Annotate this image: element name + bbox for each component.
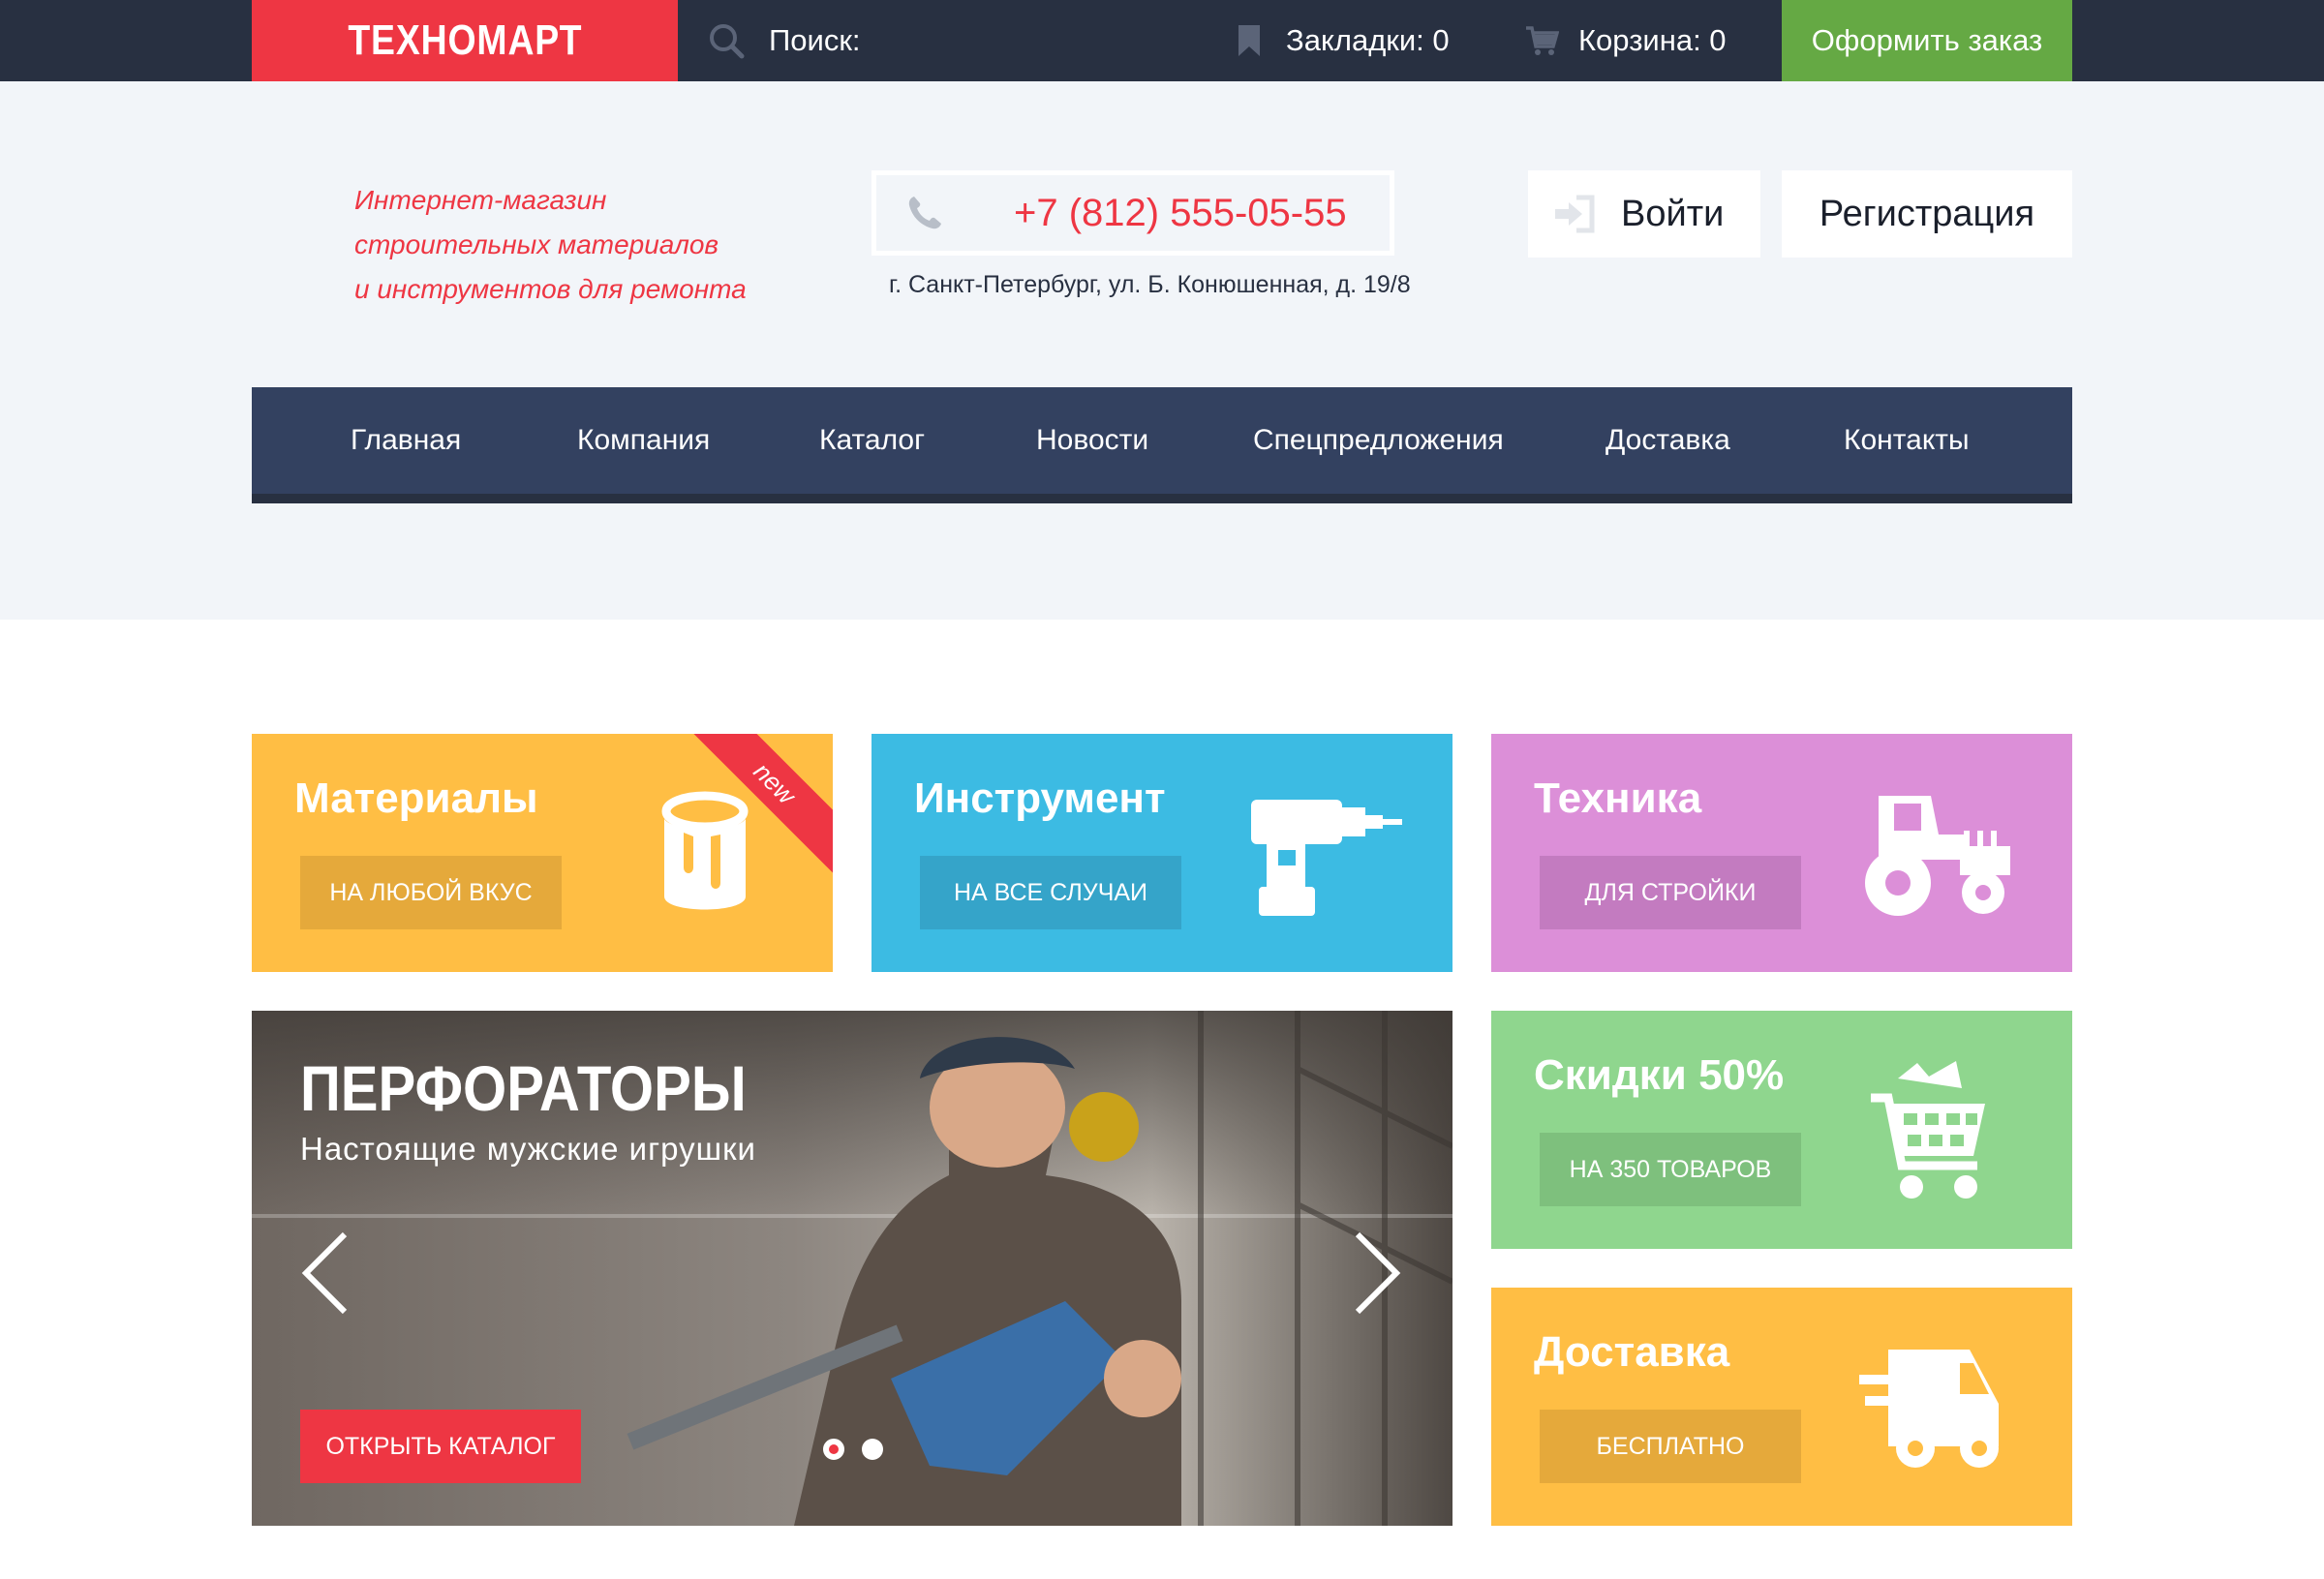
tile-button[interactable]: На 350 товаров (1540, 1133, 1801, 1206)
register-button[interactable]: Регистрация (1782, 170, 2072, 258)
tile-materials[interactable]: Материалы На любой вкус new (252, 734, 833, 972)
tile-title: Скидки 50% (1534, 1051, 1785, 1099)
nav-item-delivery[interactable]: Доставка (1605, 387, 1730, 494)
search-icon (710, 24, 745, 59)
phone-icon (908, 197, 941, 229)
cart-label: Корзина: 0 (1578, 23, 1727, 57)
tile-button[interactable]: Бесплатно (1540, 1410, 1801, 1483)
tagline-line: строительных материалов (354, 229, 719, 259)
tile-tech[interactable]: Техника Для стройки (1491, 734, 2072, 972)
login-button[interactable]: Войти (1528, 170, 1760, 258)
promo-slider: ПЕРФОРАТОРЫ Настоящие мужские игрушки ОТ… (252, 1011, 1452, 1526)
slide-subtitle: Настоящие мужские игрушки (300, 1131, 756, 1167)
checkout-button[interactable]: Оформить заказ (1782, 0, 2072, 81)
tile-delivery[interactable]: Доставка Бесплатно (1491, 1288, 2072, 1526)
paint-bucket-icon (661, 791, 749, 910)
logo-text: ТЕХНОМАРТ (348, 16, 582, 64)
tile-title: Техника (1534, 774, 1702, 822)
header: Интернет-магазин строительных материалов… (0, 81, 2324, 620)
slide-title: ПЕРФОРАТОРЫ (300, 1052, 747, 1124)
tile-button[interactable]: На любой вкус (300, 856, 562, 929)
slider-dot-active[interactable] (823, 1439, 844, 1460)
tile-button[interactable]: На все случаи (920, 856, 1181, 929)
open-catalog-button[interactable]: ОТКРЫТЬ КАТАЛОГ (300, 1410, 581, 1483)
search-label: Поиск: (769, 23, 861, 57)
search[interactable]: Поиск: (707, 0, 861, 81)
tile-title: Доставка (1534, 1328, 1730, 1376)
slider-dot[interactable] (862, 1439, 883, 1460)
cart-icon (1526, 26, 1559, 55)
bookmark-icon (1238, 25, 1260, 56)
shopping-cart-icon (1871, 1061, 1985, 1199)
tagline: Интернет-магазин строительных материалов… (354, 178, 747, 312)
tile-sale[interactable]: Скидки 50% На 350 товаров (1491, 1011, 2072, 1249)
nav-item-catalog[interactable]: Каталог (819, 387, 925, 494)
bookmarks-label: Закладки: 0 (1286, 23, 1450, 57)
bookmarks-link[interactable]: Закладки: 0 (1232, 0, 1450, 81)
tagline-line: и инструментов для ремонта (354, 274, 747, 304)
tagline-line: Интернет-магазин (354, 185, 607, 215)
cart-link[interactable]: Корзина: 0 (1524, 0, 1727, 81)
tile-title: Инструмент (914, 774, 1166, 822)
top-bar: ТЕХНОМАРТ Поиск: Закладки: 0 Корзина: 0 … (0, 0, 2324, 91)
nav-item-offers[interactable]: Спецпредложения (1253, 387, 1504, 494)
main-nav: Главная Компания Каталог Новости Спецпре… (252, 387, 2072, 503)
delivery-truck-icon (1859, 1350, 1999, 1468)
tractor-icon (1865, 796, 2010, 916)
nav-item-company[interactable]: Компания (577, 387, 710, 494)
phone-box[interactable]: +7 (812) 555-05-55 (872, 170, 1394, 256)
drill-icon (1251, 800, 1402, 916)
tile-button[interactable]: Для стройки (1540, 856, 1801, 929)
login-label: Войти (1621, 193, 1725, 234)
logo[interactable]: ТЕХНОМАРТ (252, 0, 678, 91)
nav-item-contacts[interactable]: Контакты (1844, 387, 1970, 494)
slider-prev-arrow-icon[interactable] (296, 1230, 354, 1317)
nav-item-news[interactable]: Новости (1036, 387, 1148, 494)
login-icon (1555, 195, 1595, 233)
slider-next-arrow-icon[interactable] (1348, 1230, 1406, 1317)
address: г. Санкт-Петербург, ул. Б. Конюшенная, д… (889, 271, 1411, 298)
phone-number: +7 (812) 555-05-55 (1014, 191, 1347, 234)
tile-title: Материалы (294, 774, 538, 822)
tile-tools[interactable]: Инструмент На все случаи (872, 734, 1452, 972)
nav-item-home[interactable]: Главная (351, 387, 461, 494)
